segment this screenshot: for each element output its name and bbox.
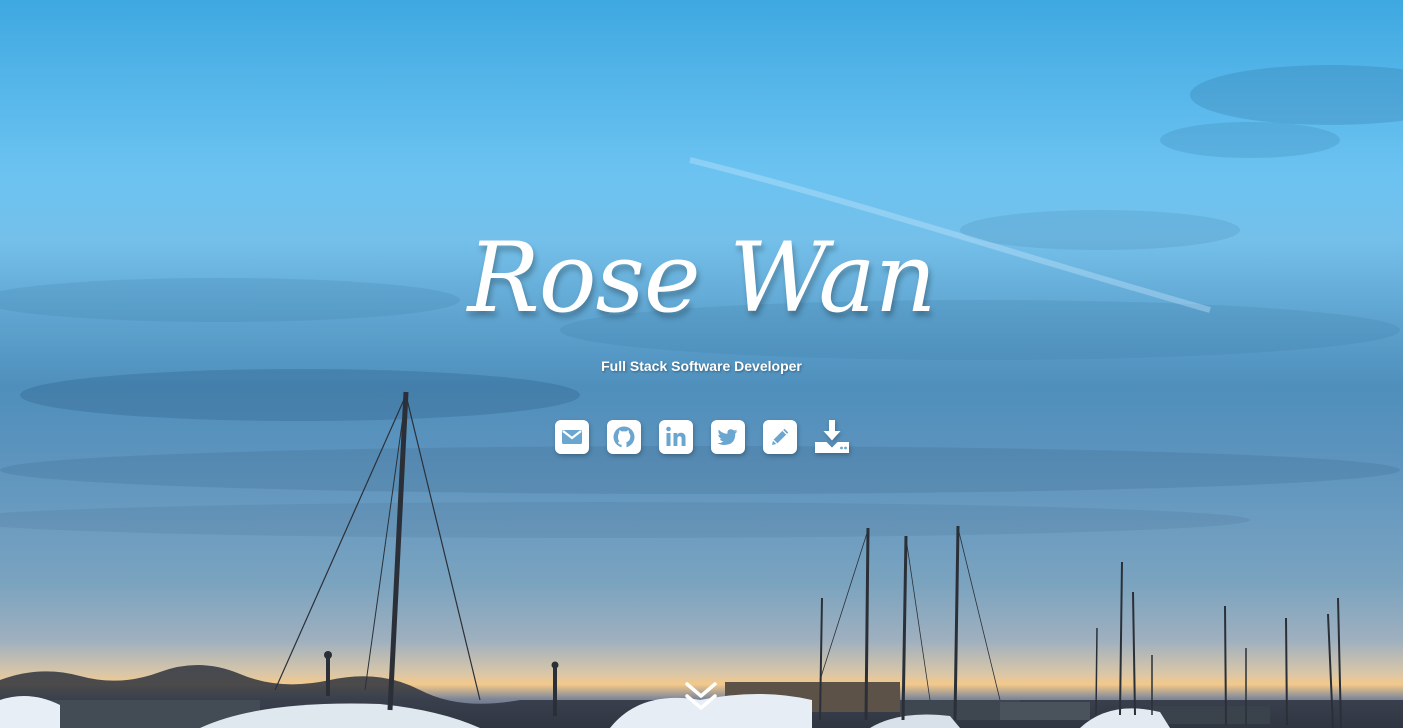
- github-link[interactable]: [606, 420, 641, 454]
- twitter-link[interactable]: [710, 420, 745, 454]
- hero-section: Rose Wan Full Stack Software Developer: [0, 0, 1403, 728]
- blog-link[interactable]: [762, 420, 797, 454]
- hero-tagline: Full Stack Software Developer: [601, 358, 802, 374]
- pencil-icon: [762, 420, 797, 454]
- linkedin-icon: [658, 420, 693, 454]
- double-chevron-down-icon: [685, 682, 717, 710]
- hero-content: Rose Wan Full Stack Software Developer: [0, 0, 1403, 728]
- download-icon: [814, 420, 849, 453]
- twitter-icon: [710, 420, 745, 454]
- hero-name: Rose Wan: [467, 222, 936, 334]
- email-link[interactable]: [554, 420, 589, 454]
- github-icon: [606, 420, 641, 454]
- download-resume-link[interactable]: [814, 420, 849, 454]
- envelope-icon: [554, 420, 589, 454]
- linkedin-link[interactable]: [658, 420, 693, 454]
- social-links: [0, 420, 1403, 456]
- scroll-down-button[interactable]: [684, 680, 718, 714]
